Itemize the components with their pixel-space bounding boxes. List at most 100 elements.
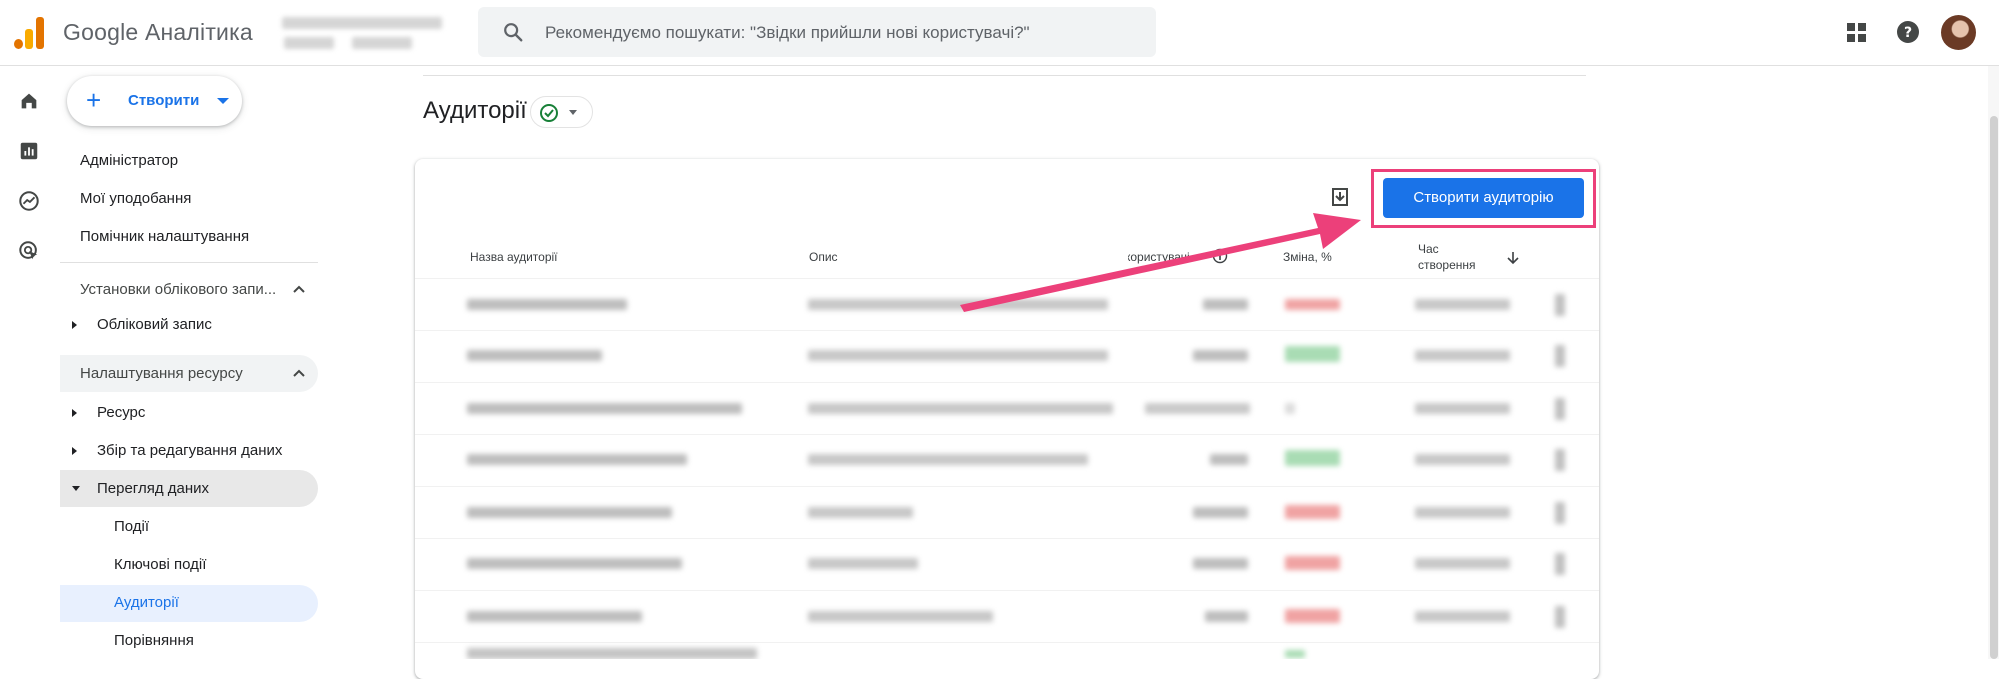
expand-arrow-icon[interactable] xyxy=(72,409,77,417)
column-header-change[interactable]: Зміна, % xyxy=(1283,250,1332,264)
table-row[interactable] xyxy=(415,538,1599,590)
create-button[interactable]: + Створити xyxy=(67,76,242,126)
avatar[interactable] xyxy=(1941,15,1976,50)
row-change xyxy=(1285,346,1340,362)
column-header-created-line2[interactable]: створення xyxy=(1418,258,1476,272)
expand-arrow-icon[interactable] xyxy=(72,321,77,329)
row-menu[interactable] xyxy=(1555,398,1565,420)
table-row[interactable] xyxy=(415,434,1599,486)
row-name xyxy=(467,403,742,414)
app-title[interactable]: Google Аналітика xyxy=(63,19,253,46)
row-description xyxy=(808,558,918,569)
row-users xyxy=(1205,611,1248,622)
table-row[interactable] xyxy=(415,382,1599,434)
caret-down-icon xyxy=(217,98,229,104)
nav-preferences[interactable]: Мої уподобання xyxy=(80,190,191,207)
reports-icon[interactable] xyxy=(18,140,40,162)
nav-data-display[interactable]: Перегляд даних xyxy=(97,480,209,497)
nav-events[interactable]: Події xyxy=(114,518,149,535)
row-name xyxy=(467,299,627,310)
expand-arrow-icon[interactable] xyxy=(72,447,77,455)
caret-down-icon xyxy=(569,110,577,115)
row-users xyxy=(1210,454,1248,465)
search-placeholder: Рекомендуємо пошукати: "Звідки прийшли н… xyxy=(545,23,1030,42)
nav-comparisons[interactable]: Порівняння xyxy=(114,632,194,649)
explore-icon[interactable] xyxy=(18,190,40,212)
row-name xyxy=(467,611,642,622)
apps-grid-icon[interactable] xyxy=(1846,22,1868,44)
row-users xyxy=(1193,350,1248,361)
row-created xyxy=(1415,403,1510,414)
row-created xyxy=(1415,350,1510,361)
row-description xyxy=(808,350,1108,361)
sort-arrow-icon[interactable] xyxy=(1506,250,1520,266)
row-created xyxy=(1415,507,1510,518)
row-change xyxy=(1285,450,1340,466)
row-menu[interactable] xyxy=(1555,294,1565,316)
status-dropdown[interactable] xyxy=(530,96,593,128)
column-header-users[interactable]: користувачі xyxy=(1128,250,1190,264)
row-change xyxy=(1285,650,1305,658)
home-icon[interactable] xyxy=(18,90,40,112)
row-change xyxy=(1285,505,1340,519)
row-change xyxy=(1285,556,1340,570)
nav-data-collection[interactable]: Збір та редагування даних xyxy=(97,442,282,459)
column-header-name[interactable]: Назва аудиторії xyxy=(470,250,558,264)
row-menu[interactable] xyxy=(1555,502,1565,524)
nav-admin[interactable]: Адміністратор xyxy=(80,152,178,169)
row-description xyxy=(808,403,1113,414)
nav-account[interactable]: Обліковий запис xyxy=(97,316,212,333)
row-menu[interactable] xyxy=(1555,345,1565,367)
row-name xyxy=(467,454,687,465)
left-nav: + Створити Адміністратор Мої уподобання … xyxy=(60,66,330,659)
column-header-created-line1[interactable]: Час xyxy=(1418,242,1439,256)
analytics-logo-icon[interactable] xyxy=(14,17,44,49)
property-settings-section[interactable]: Налаштування ресурсу xyxy=(60,355,318,392)
nav-audiences[interactable]: Аудиторії xyxy=(114,594,179,611)
row-created xyxy=(1415,558,1510,569)
page-scrollbar-thumb[interactable] xyxy=(1990,116,1998,659)
search-icon xyxy=(504,23,523,42)
top-bar: Google Аналітика Рекомендуємо пошукати: … xyxy=(0,0,1999,66)
content-divider xyxy=(423,75,1586,76)
row-users xyxy=(1203,299,1248,310)
column-header-description[interactable]: Опис xyxy=(809,250,838,264)
table-row[interactable] xyxy=(415,278,1599,330)
table-row[interactable] xyxy=(415,590,1599,642)
search-bar[interactable]: Рекомендуємо пошукати: "Звідки прийшли н… xyxy=(478,7,1156,57)
table-row[interactable] xyxy=(415,330,1599,382)
section-label: Налаштування ресурсу xyxy=(80,365,243,382)
create-label: Створити xyxy=(128,92,200,109)
help-icon[interactable]: ? xyxy=(1896,20,1920,44)
row-name xyxy=(467,507,672,518)
row-description xyxy=(808,454,1088,465)
row-created xyxy=(1415,454,1510,465)
row-menu[interactable] xyxy=(1555,449,1565,471)
table-row[interactable] xyxy=(415,486,1599,538)
svg-text:?: ? xyxy=(1904,25,1912,41)
info-icon[interactable] xyxy=(1212,248,1228,264)
row-menu[interactable] xyxy=(1555,553,1565,575)
row-description xyxy=(808,299,1108,310)
row-users xyxy=(1193,507,1248,518)
account-settings-section[interactable]: Установки облікового запи... xyxy=(60,271,318,308)
nav-key-events[interactable]: Ключові події xyxy=(114,556,206,573)
advertising-icon[interactable] xyxy=(18,240,40,262)
check-circle-icon xyxy=(540,104,558,122)
row-created xyxy=(1415,611,1510,622)
row-users xyxy=(1145,403,1250,414)
row-menu[interactable] xyxy=(1555,606,1565,628)
download-icon[interactable] xyxy=(1329,186,1351,208)
create-audience-button[interactable]: Створити аудиторію xyxy=(1383,178,1584,218)
account-selector[interactable] xyxy=(282,13,457,55)
nav-property[interactable]: Ресурс xyxy=(97,404,145,421)
row-users xyxy=(1193,558,1248,569)
row-description xyxy=(808,507,913,518)
left-rail xyxy=(0,66,60,659)
nav-setup-assistant[interactable]: Помічник налаштування xyxy=(80,228,249,245)
collapse-arrow-icon[interactable] xyxy=(72,486,80,491)
nav-audiences-bg xyxy=(60,585,318,622)
row-created xyxy=(1415,299,1510,310)
table-row[interactable] xyxy=(415,642,1599,659)
row-description xyxy=(808,611,993,622)
